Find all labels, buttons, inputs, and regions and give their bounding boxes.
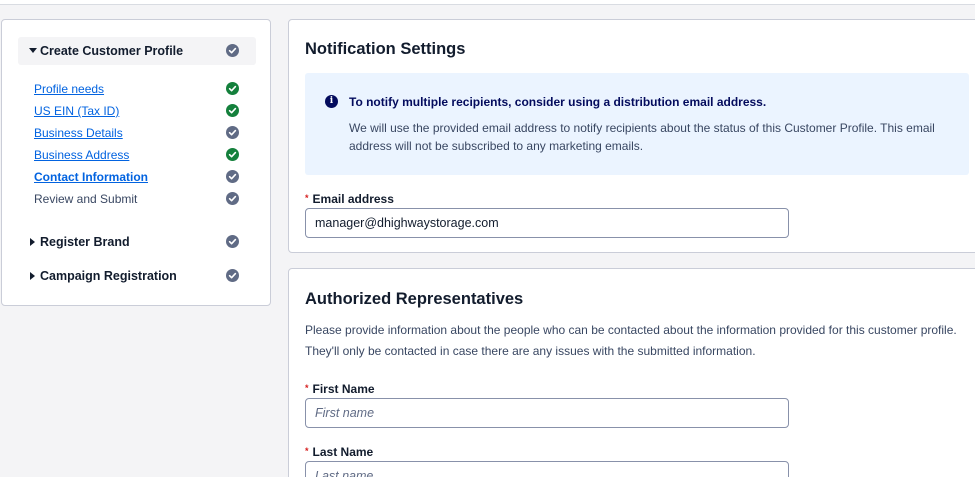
- check-circle-icon: [226, 235, 239, 248]
- last-name-label: * Last Name: [305, 445, 374, 459]
- sidebar-section-title: Create Customer Profile: [40, 44, 184, 58]
- required-marker: *: [305, 193, 309, 203]
- check-circle-icon: [226, 82, 239, 95]
- top-bar: [0, 0, 975, 5]
- info-title: To notify multiple recipients, consider …: [349, 95, 767, 109]
- info-callout: i To notify multiple recipients, conside…: [305, 73, 969, 175]
- check-circle-icon: [226, 126, 239, 139]
- sidebar-step-business-address[interactable]: Business Address: [34, 148, 129, 162]
- check-circle-icon: [226, 170, 239, 183]
- sidebar-section-title: Campaign Registration: [40, 269, 177, 283]
- check-circle-icon: [226, 148, 239, 161]
- authorized-representatives-card: Authorized Representatives Please provid…: [288, 268, 975, 477]
- last-name-field[interactable]: [305, 461, 789, 477]
- caret-right-icon: [30, 238, 35, 246]
- check-circle-icon: [226, 44, 239, 57]
- email-field[interactable]: [305, 208, 789, 238]
- first-name-label: * First Name: [305, 382, 375, 396]
- sidebar-step-us-ein[interactable]: US EIN (Tax ID): [34, 104, 119, 118]
- check-circle-icon: [226, 104, 239, 117]
- first-name-field[interactable]: [305, 398, 789, 428]
- representatives-description: Please provide information about the peo…: [305, 323, 957, 358]
- caret-right-icon: [30, 272, 35, 280]
- notification-settings-heading: Notification Settings: [305, 40, 466, 58]
- sidebar-step-review-submit: Review and Submit: [34, 192, 138, 206]
- sidebar-step-business-details[interactable]: Business Details: [34, 126, 123, 140]
- check-circle-icon: [226, 192, 239, 205]
- sidebar-section-create-customer-profile[interactable]: Create Customer Profile: [18, 37, 256, 65]
- info-icon: i: [325, 95, 338, 108]
- sidebar-progress: Create Customer Profile Profile needs US…: [1, 19, 271, 306]
- required-marker: *: [305, 446, 309, 456]
- required-marker: *: [305, 383, 309, 393]
- email-label: * Email address: [305, 192, 394, 206]
- check-circle-icon: [226, 269, 239, 282]
- sidebar-section-title: Register Brand: [40, 235, 130, 249]
- sidebar-step-profile-needs[interactable]: Profile needs: [34, 82, 104, 96]
- caret-down-icon: [29, 48, 37, 53]
- sidebar-step-contact-information[interactable]: Contact Information: [34, 170, 148, 184]
- notification-settings-card: Notification Settings i To notify multip…: [288, 19, 975, 253]
- info-body: We will use the provided email address t…: [349, 121, 935, 153]
- authorized-representatives-heading: Authorized Representatives: [305, 290, 524, 308]
